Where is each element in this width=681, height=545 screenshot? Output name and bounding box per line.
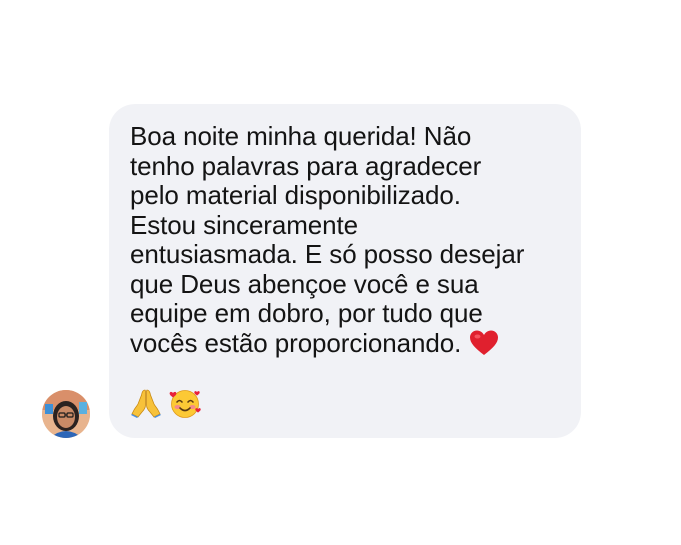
chat-message-area: Boa noite minha querida! Não tenho palav… [0,0,681,545]
emoji-row [130,388,202,422]
red-heart-icon [469,329,499,362]
avatar-photo [42,390,90,438]
message-line: Boa noite minha querida! Não [130,121,472,151]
message-last-line: vocês estão proporcionando. [130,327,557,362]
folded-hands-icon [130,387,162,424]
message-line: entusiasmada. E só posso desejar [130,239,525,269]
message-line: tenho palavras para agradecer [130,150,482,181]
message-bubble[interactable]: Boa noite minha querida! Não tenho palav… [109,104,581,438]
sender-avatar[interactable] [42,390,90,438]
message-line: que Deus abençoe você e sua [130,268,479,299]
message-line: equipe em dobro, por tudo que [130,298,483,328]
message-line: pelo material disponibilizado. [130,180,461,210]
message-line: vocês estão proporcionando. [130,327,462,358]
message-line: Estou sinceramente [130,209,358,240]
smiling-face-with-hearts-icon [168,387,202,424]
